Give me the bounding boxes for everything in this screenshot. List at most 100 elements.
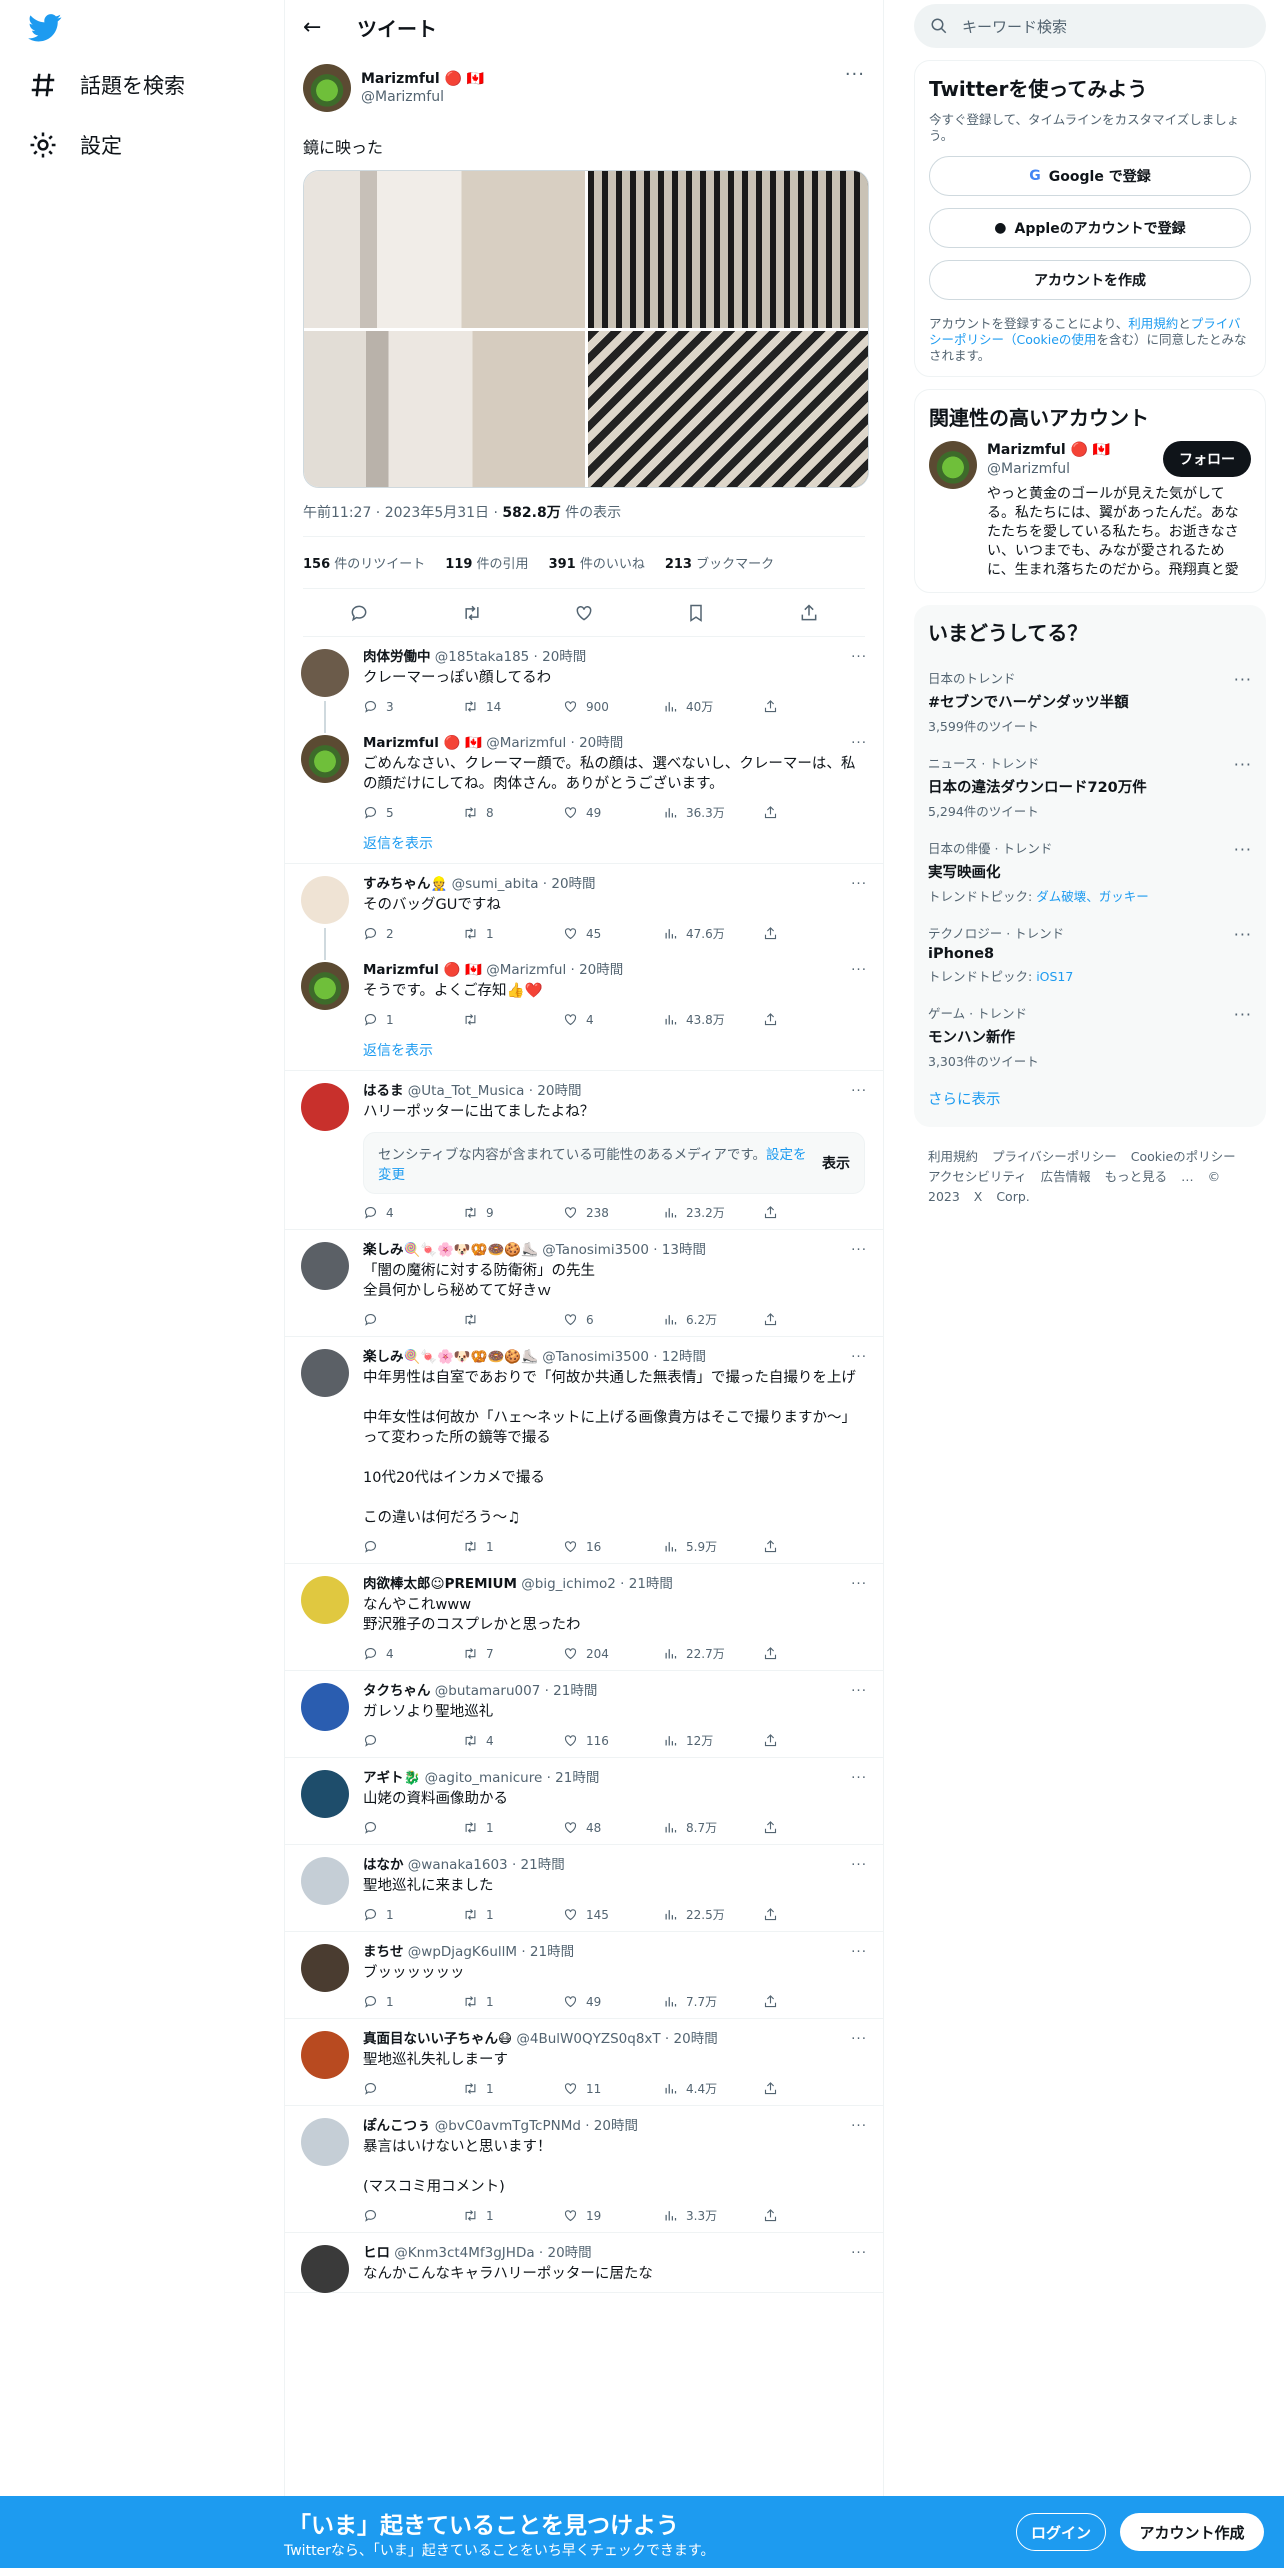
avatar[interactable] bbox=[301, 1770, 349, 1818]
view-count[interactable]: 12万 bbox=[663, 1732, 746, 1749]
like-icon[interactable] bbox=[563, 699, 578, 714]
reply-count[interactable]: 3 bbox=[363, 698, 446, 715]
views-icon[interactable] bbox=[663, 926, 678, 941]
reply-author-handle[interactable]: @Tanosimi3500 · 12時間 bbox=[542, 1349, 706, 1365]
views-icon[interactable] bbox=[663, 1312, 678, 1327]
view-count[interactable]: 7.7万 bbox=[663, 1993, 746, 2010]
reply-author-name[interactable]: 肉体労働中 bbox=[363, 649, 431, 665]
reply-icon[interactable] bbox=[363, 1539, 378, 1554]
like-count[interactable]: 900 bbox=[563, 698, 646, 715]
retweet-count[interactable]: 1 bbox=[463, 925, 546, 942]
reply-author-handle[interactable]: @Marizmful · 20時間 bbox=[486, 962, 623, 978]
retweet-icon[interactable] bbox=[463, 1012, 478, 1027]
reply-tweet[interactable]: 楽しみ🍭🍬🌸🐶🥨🍩🍪⛸️ @Tanosimi3500 · 12時間 ··· 中年男性… bbox=[285, 1337, 883, 1564]
like-icon[interactable] bbox=[563, 1646, 578, 1661]
reply-author-handle[interactable]: @4BulW0QYZS0q8xT · 20時間 bbox=[516, 2031, 717, 2047]
reply-icon[interactable] bbox=[363, 805, 378, 820]
reply-count[interactable]: 5 bbox=[363, 804, 446, 821]
avatar[interactable] bbox=[301, 649, 349, 697]
reply-icon[interactable] bbox=[363, 2081, 378, 2096]
retweet-icon[interactable] bbox=[463, 1312, 478, 1327]
share-icon[interactable] bbox=[763, 1994, 778, 2009]
retweet-count[interactable]: 7 bbox=[463, 1645, 546, 1662]
login-button[interactable]: ログイン bbox=[1016, 2513, 1106, 2551]
photo-4[interactable] bbox=[587, 330, 868, 487]
trend-topics[interactable]: ダム破壊、ガッキー bbox=[1036, 889, 1149, 904]
reply-author-name[interactable]: はなか bbox=[363, 1857, 404, 1873]
view-count[interactable]: 22.5万 bbox=[663, 1906, 746, 1923]
reply-icon[interactable] bbox=[363, 1733, 378, 1748]
avatar[interactable] bbox=[301, 2245, 349, 2293]
like-count[interactable]: 238 bbox=[563, 1204, 646, 1221]
avatar[interactable] bbox=[301, 876, 349, 924]
reply-tweet[interactable]: まちせ @wpDjagK6ullM · 21時間 ··· ブッッッッッッ 1 1 49 7.… bbox=[285, 1932, 883, 2019]
reply-tweet[interactable]: ぽんこつぅ @bvC0avmTgTcPNMd · 20時間 ··· 暴言はいけないと… bbox=[285, 2106, 883, 2233]
views-icon[interactable] bbox=[663, 1646, 678, 1661]
author-name[interactable]: Marizmful 🔴 🇨🇦 bbox=[361, 70, 484, 88]
reply-icon[interactable] bbox=[363, 1994, 378, 2009]
view-count[interactable]: 23.2万 bbox=[663, 1204, 746, 1221]
more-options-icon[interactable]: ··· bbox=[851, 1574, 867, 1594]
view-count[interactable]: 43.8万 bbox=[663, 1011, 746, 1028]
reply-icon[interactable] bbox=[363, 699, 378, 714]
reply-author-handle[interactable]: @Knm3ct4Mf3gJHDa · 20時間 bbox=[394, 2245, 591, 2261]
more-options-icon[interactable]: ··· bbox=[851, 2029, 867, 2049]
more-options-icon[interactable]: ··· bbox=[1234, 670, 1252, 689]
reply-author-name[interactable]: アギト🐉 bbox=[363, 1770, 420, 1786]
share-button[interactable] bbox=[763, 2080, 783, 2097]
google-signup-button[interactable]: G Google で登録 bbox=[929, 156, 1251, 196]
share-button[interactable] bbox=[763, 1993, 783, 2010]
reply-tweet[interactable]: はなか @wanaka1603 · 21時間 ··· 聖地巡礼に来ました 1 1 145 2… bbox=[285, 1845, 883, 1932]
footer-link[interactable]: 利用規約 bbox=[928, 1149, 978, 1164]
reply-icon[interactable] bbox=[349, 603, 369, 623]
reply-tweet[interactable]: タクちゃん @butamaru007 · 21時間 ··· ガレソより聖地巡礼 4 11… bbox=[285, 1671, 883, 1758]
view-count[interactable]: 40万 bbox=[663, 698, 746, 715]
reply-tweet[interactable]: 楽しみ🍭🍬🌸🐶🥨🍩🍪⛸️ @Tanosimi3500 · 13時間 ··· 「闇の魔… bbox=[285, 1230, 883, 1337]
share-button[interactable] bbox=[763, 1311, 783, 1328]
share-icon[interactable] bbox=[763, 1539, 778, 1554]
reply-author-name[interactable]: ぽんこつぅ bbox=[363, 2118, 431, 2134]
reply-author-handle[interactable]: @wpDjagK6ullM · 21時間 bbox=[408, 1944, 574, 1960]
share-icon[interactable] bbox=[763, 699, 778, 714]
footer-link[interactable]: Cookieのポリシー bbox=[1131, 1149, 1236, 1164]
reply-icon[interactable] bbox=[363, 2208, 378, 2223]
nav-explore[interactable]: 話題を検索 bbox=[28, 70, 185, 100]
views-icon[interactable] bbox=[663, 1012, 678, 1027]
reply-tweet[interactable]: アギト🐉 @agito_manicure · 21時間 ··· 山姥の資料画像助かる… bbox=[285, 1758, 883, 1845]
reply-tweet[interactable]: 肉欲棒太郎☺PREMIUM @big_ichimo2 · 21時間 ··· なんやこ… bbox=[285, 1564, 883, 1671]
search-input[interactable]: キーワード検索 bbox=[914, 4, 1266, 48]
reply-tweet[interactable]: 肉体労働中 @185taka185 · 20時間 ··· クレーマーっぽい顔してるわ… bbox=[285, 637, 883, 723]
retweet-stat[interactable]: 156 件のリツイート bbox=[303, 553, 425, 572]
reply-count[interactable]: 1 bbox=[363, 1993, 446, 2010]
reply-count[interactable]: 2 bbox=[363, 925, 446, 942]
related-account[interactable]: Marizmful 🔴 🇨🇦 @Marizmful やっと黄金のゴールが見えた気… bbox=[929, 441, 1251, 580]
like-icon[interactable] bbox=[563, 1820, 578, 1835]
reply-icon[interactable] bbox=[363, 1312, 378, 1327]
retweet-icon[interactable] bbox=[463, 1907, 478, 1922]
share-icon[interactable] bbox=[763, 1012, 778, 1027]
view-count[interactable]: 8.7万 bbox=[663, 1819, 746, 1836]
reply-tweet[interactable]: 真面目ないい子ちゃん😷 @4BulW0QYZS0q8xT · 20時間 ··· 聖地… bbox=[285, 2019, 883, 2106]
reply-author-name[interactable]: 楽しみ🍭🍬🌸🐶🥨🍩🍪⛸️ bbox=[363, 1349, 538, 1365]
like-count[interactable]: 16 bbox=[563, 1538, 646, 1555]
reply-count[interactable] bbox=[363, 1538, 446, 1555]
avatar[interactable] bbox=[301, 1576, 349, 1624]
retweet-count[interactable]: 4 bbox=[463, 1732, 546, 1749]
reply-count[interactable] bbox=[363, 1732, 446, 1749]
view-count[interactable]: 5.9万 bbox=[663, 1538, 746, 1555]
reply-author-handle[interactable]: @sumi_abita · 20時間 bbox=[452, 876, 596, 892]
reply-count[interactable] bbox=[363, 1311, 446, 1328]
reply-author-name[interactable]: 肉欲棒太郎☺PREMIUM bbox=[363, 1576, 517, 1592]
footer-link[interactable]: プライバシーポリシー bbox=[992, 1149, 1117, 1164]
view-count[interactable]: 47.6万 bbox=[663, 925, 746, 942]
like-icon[interactable] bbox=[563, 1312, 578, 1327]
more-options-icon[interactable]: ··· bbox=[851, 1347, 867, 1367]
retweet-count[interactable] bbox=[463, 1011, 546, 1028]
show-replies-link[interactable]: 返信を表示 bbox=[285, 1036, 883, 1071]
more-options-icon[interactable]: ··· bbox=[1234, 925, 1252, 944]
avatar[interactable] bbox=[301, 1683, 349, 1731]
like-icon[interactable] bbox=[563, 1994, 578, 2009]
avatar[interactable] bbox=[301, 735, 349, 783]
more-options-icon[interactable]: ··· bbox=[851, 1855, 867, 1875]
more-options-icon[interactable]: ··· bbox=[851, 733, 867, 753]
